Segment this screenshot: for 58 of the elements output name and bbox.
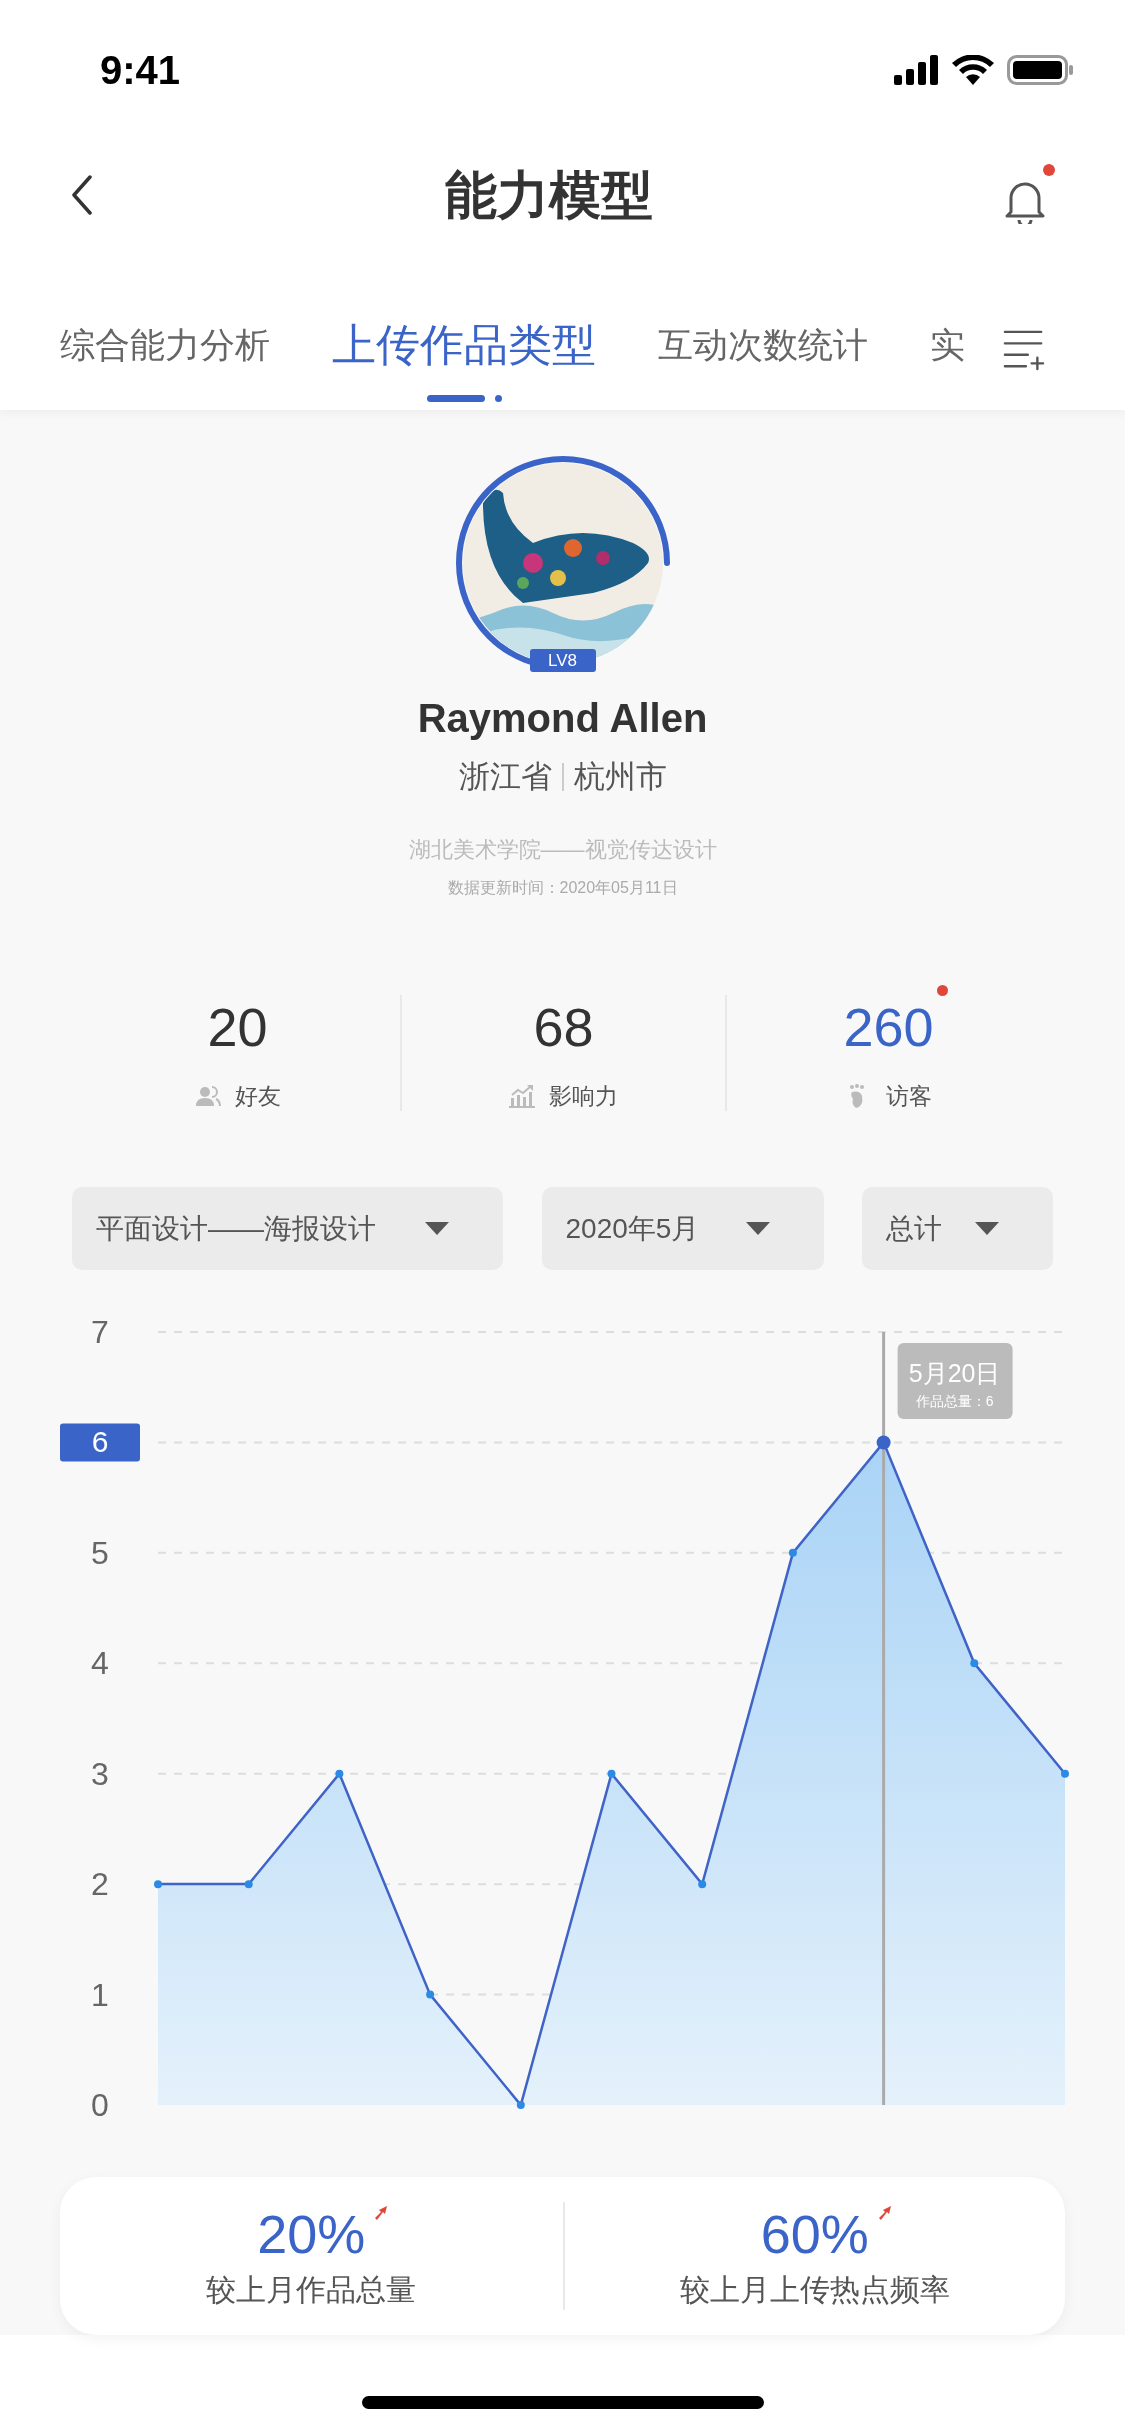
data-point: [788, 1548, 797, 1557]
axis-label: 2: [91, 1866, 109, 1903]
y-tick-label: 6: [91, 1425, 109, 1459]
tab[interactable]: 综合能力分析: [60, 260, 270, 375]
axis-label: 0: [91, 2087, 109, 2123]
axis-label: 5: [91, 1534, 109, 1571]
axis-label: 3: [91, 1755, 109, 1792]
tab[interactable]: 互动次数统计: [658, 260, 868, 375]
caret-icon: [745, 1222, 770, 1235]
value-marker: 6: [60, 1423, 140, 1462]
filter-menu-icon[interactable]: [1003, 329, 1045, 371]
back-icon[interactable]: [70, 175, 94, 215]
page-title: 能力模型: [444, 165, 653, 226]
stat-label: 好友: [234, 1082, 281, 1111]
data-point: [426, 1990, 435, 1999]
data-point: [154, 1880, 162, 1889]
axis-label: 7: [91, 1314, 109, 1350]
data-point: [876, 1435, 891, 1450]
data-point: [244, 1880, 253, 1889]
stat-label: 影响力: [549, 1082, 618, 1111]
axis-label: 4: [91, 1645, 109, 1682]
notification-button[interactable]: [1003, 164, 1055, 226]
stat-value: 260: [843, 997, 934, 1057]
dropdown[interactable]: 总计: [862, 1187, 1053, 1270]
tab[interactable]: 实: [930, 260, 965, 375]
city-label: 杭州市: [573, 758, 667, 796]
stat-value: 20: [207, 997, 268, 1057]
tooltip: 5月20日 作品总量：6: [897, 1343, 1013, 1419]
axis-label: 1: [91, 1976, 109, 2013]
dropdown[interactable]: 2020年5月: [541, 1187, 824, 1270]
data-point: [1061, 1769, 1069, 1778]
school-label: 湖北美术学院——视觉传达设计: [408, 836, 717, 864]
data-point: [698, 1880, 707, 1889]
data-point: [516, 2101, 525, 2109]
user-name: Raymond Allen: [417, 695, 708, 742]
level-badge: LV8: [529, 649, 596, 672]
stat-label: 访客: [885, 1082, 932, 1111]
dropdown[interactable]: 平面设计——海报设计: [72, 1187, 503, 1270]
percent-value: 20%: [257, 2204, 366, 2264]
signal-icon: [893, 55, 939, 85]
wifi-icon: [951, 55, 995, 85]
data-point: [335, 1769, 344, 1778]
caret-icon: [425, 1222, 449, 1235]
data-point: [607, 1769, 616, 1778]
update-time: 数据更新时间：2020年05月11日: [447, 878, 678, 898]
percent-value: 60%: [760, 2204, 869, 2264]
chart-icon: [509, 1084, 535, 1108]
data-point: [970, 1659, 979, 1668]
percent-label: 较上月作品总量: [206, 2272, 417, 2308]
tab[interactable]: 上传作品类型: [332, 260, 596, 402]
battery-icon: [1007, 55, 1075, 85]
percent-label: 较上月上传热点频率: [679, 2272, 950, 2308]
people-icon: [194, 1084, 221, 1108]
up-arrow-icon: [373, 2204, 390, 2222]
caret-icon: [975, 1222, 999, 1235]
province-label: 浙江省: [458, 758, 552, 796]
status-time: 9:41: [100, 47, 181, 94]
stat-value: 68: [533, 997, 594, 1057]
